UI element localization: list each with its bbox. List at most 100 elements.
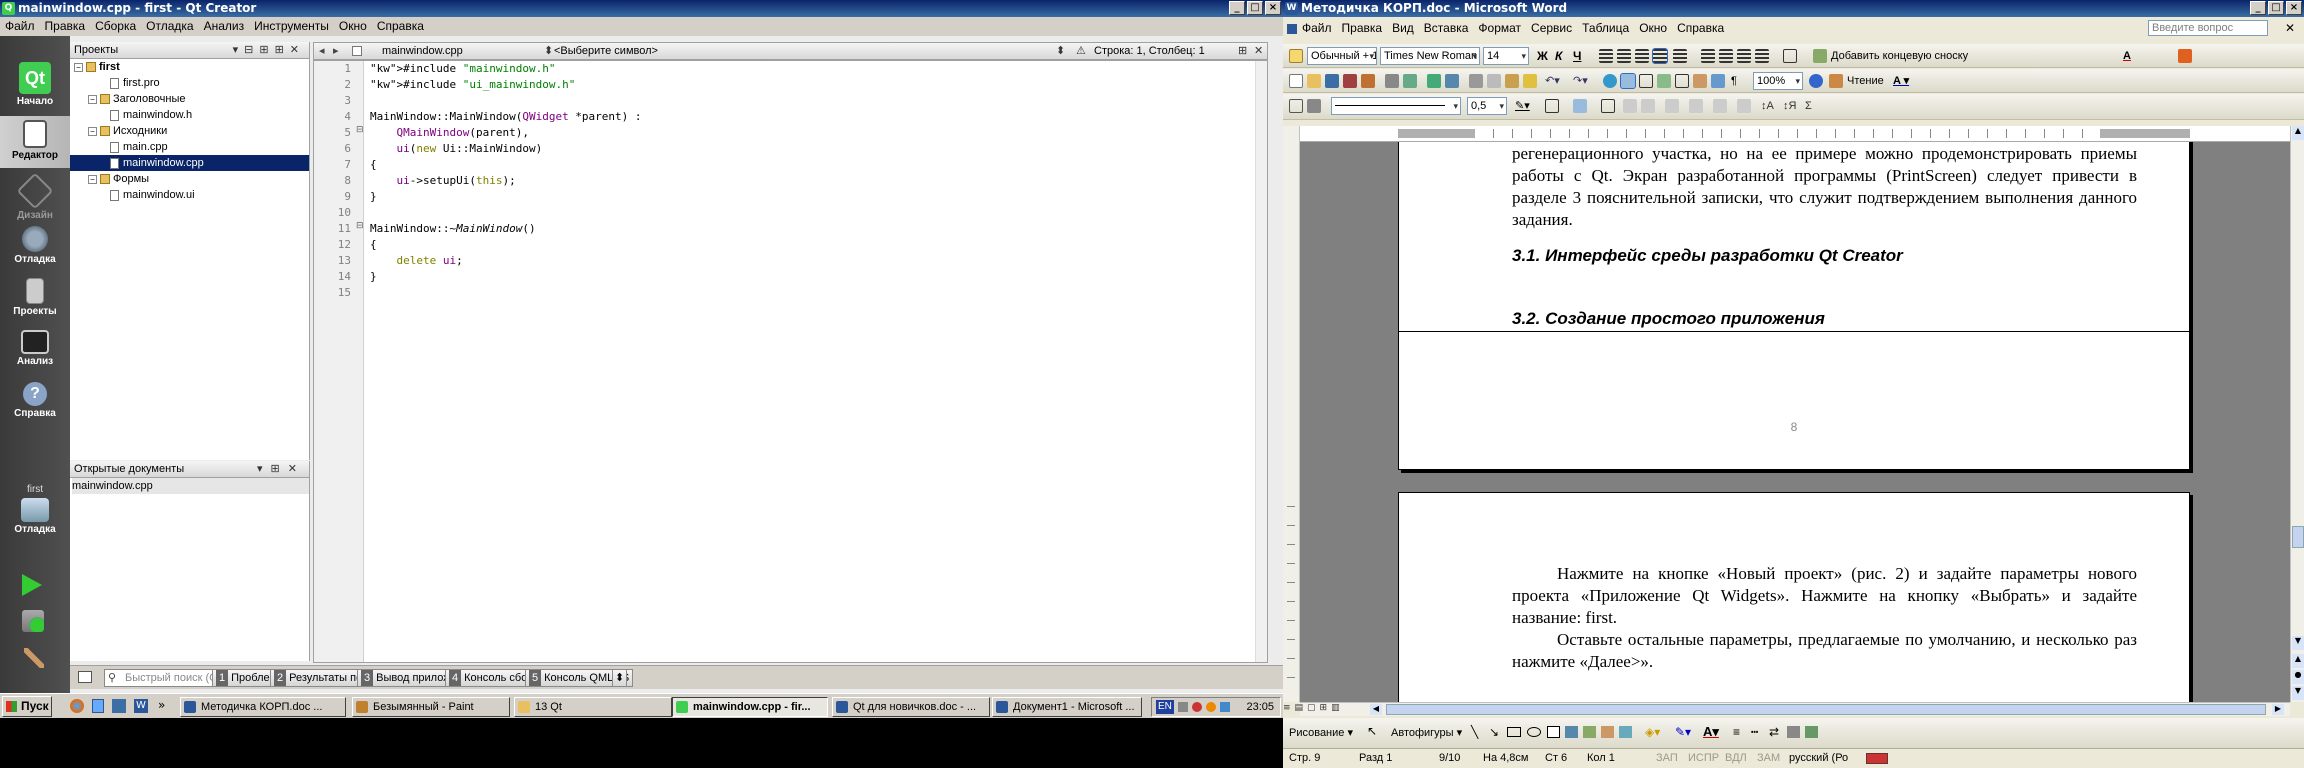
word-icon[interactable]: W [134, 699, 148, 713]
menu-edit[interactable]: Правка [1337, 21, 1388, 35]
close-button[interactable]: × [1265, 1, 1281, 15]
open-icon[interactable] [1307, 74, 1321, 88]
minimize-button[interactable]: _ [2250, 1, 2266, 15]
taskbar-item-document1[interactable]: Документ1 - Microsoft ... [992, 697, 1142, 717]
menu-help[interactable]: Справка [372, 17, 429, 36]
start-button[interactable]: Пуск [2, 696, 52, 717]
spelling-status-icon[interactable] [1866, 753, 1888, 764]
redo-icon[interactable]: ↷▾ [1573, 73, 1588, 89]
fill-color-icon[interactable]: ◈▾ [1645, 725, 1660, 739]
tray-icon[interactable] [1192, 702, 1202, 712]
menu-window[interactable]: Окно [1634, 21, 1672, 35]
permission-icon[interactable] [1343, 74, 1357, 88]
menu-analyze[interactable]: Анализ [199, 17, 250, 36]
status-overtype[interactable]: ЗАМ [1757, 749, 1780, 768]
sort-desc-icon[interactable]: ↕Я [1783, 98, 1796, 114]
drawing-icon[interactable] [1693, 74, 1707, 88]
nav-back-icon[interactable]: ◂ [319, 43, 325, 59]
fold-marker-icon[interactable]: ⊟ [356, 125, 364, 135]
mode-welcome[interactable]: Qt Начало [0, 62, 70, 114]
horizontal-ruler[interactable] [1300, 126, 2290, 142]
debug-run-icon[interactable] [22, 610, 44, 632]
vertical-scrollbar[interactable]: ▲ ▼ ▲ ● ▼ [2290, 126, 2304, 702]
chevron-down-icon[interactable]: ⬍ [544, 43, 553, 59]
menu-tools[interactable]: Сервис [1526, 21, 1577, 35]
show-formatting-icon[interactable]: ¶ [1731, 73, 1737, 89]
tray-icon[interactable] [1206, 702, 1216, 712]
paste-icon[interactable] [1505, 74, 1519, 88]
arrow-icon[interactable]: ↘ [1489, 725, 1499, 739]
bold-button[interactable]: Ж [1537, 48, 1548, 64]
close-editor-icon[interactable]: ✕ [1254, 43, 1263, 59]
menu-build[interactable]: Сборка [90, 17, 141, 36]
mode-design[interactable]: Дизайн [0, 172, 70, 224]
arrow-style-icon[interactable]: ⇄ [1769, 725, 1779, 739]
mode-debug[interactable]: Отладка [0, 226, 70, 276]
scroll-right-icon[interactable]: ▶ [2272, 704, 2284, 715]
hyperlink-icon[interactable] [1603, 74, 1617, 88]
split-icon[interactable] [1641, 99, 1655, 113]
font-color-icon[interactable]: A [2123, 48, 2131, 64]
footnote-icon[interactable] [1813, 49, 1827, 63]
cursor-position[interactable]: Строка: 1, Столбец: 1 [1094, 43, 1205, 59]
menu-help[interactable]: Справка [1672, 21, 1729, 35]
document-combo[interactable]: mainwindow.cpp [382, 43, 463, 59]
numbering-icon[interactable] [1701, 49, 1715, 63]
taskbar-item-qt-creator[interactable]: mainwindow.cpp - fir... [672, 697, 828, 717]
borders-icon[interactable] [1783, 49, 1797, 63]
chevron-down-icon[interactable]: ⬍ [1056, 43, 1065, 59]
menu-file[interactable]: Файл [0, 17, 40, 36]
wordart-icon[interactable] [1565, 726, 1578, 738]
sort-asc-icon[interactable]: ↕A [1761, 98, 1774, 114]
scroll-left-icon[interactable]: ◀ [1370, 704, 1382, 715]
autoshapes-menu[interactable]: Автофигуры ▾ [1391, 726, 1462, 739]
mode-edit[interactable]: Редактор [0, 116, 70, 168]
expand-quicklaunch-icon[interactable]: » [158, 698, 165, 712]
collapse-icon[interactable]: − [88, 126, 97, 136]
menu-insert[interactable]: Вставка [1419, 21, 1474, 35]
distribute-icon[interactable] [1689, 99, 1703, 113]
document-map-icon[interactable] [1711, 74, 1725, 88]
bullets-icon[interactable] [1719, 49, 1733, 63]
open-document-item[interactable]: mainwindow.cpp [72, 478, 309, 494]
email-icon[interactable] [1361, 74, 1375, 88]
clock[interactable]: 23:05 [1246, 701, 1274, 713]
prev-page-icon[interactable]: ▲ [2292, 654, 2304, 668]
font-color-icon[interactable]: A ▾ [1893, 73, 1909, 89]
border-icon[interactable] [1545, 99, 1559, 113]
spelling-icon[interactable] [1427, 74, 1441, 88]
tree-item-file[interactable]: mainwindow.h [70, 107, 309, 123]
picture-icon[interactable] [1619, 726, 1632, 738]
merge-icon[interactable] [1623, 99, 1637, 113]
menu-file[interactable]: Файл [1297, 21, 1337, 35]
3d-icon[interactable] [1805, 726, 1818, 738]
pencil-icon[interactable] [1307, 99, 1321, 113]
tables-borders-icon[interactable] [1620, 73, 1636, 89]
tray-icon[interactable] [1220, 702, 1230, 712]
line-icon[interactable]: ╲ [1471, 725, 1478, 739]
line-style-icon[interactable]: ≡ [1733, 725, 1740, 739]
drawing-menu[interactable]: Рисование ▾ [1289, 726, 1353, 739]
help-icon[interactable] [1809, 74, 1823, 88]
align-cell-icon[interactable] [1665, 99, 1679, 113]
zoom-combo[interactable]: 100% [1753, 72, 1803, 90]
tree-item-file[interactable]: mainwindow.ui [70, 187, 309, 203]
taskbar-item-word-doc[interactable]: Методичка КОРП.doc ... [180, 697, 346, 717]
mode-analyze[interactable]: Анализ [0, 330, 70, 380]
dash-style-icon[interactable]: ┅ [1751, 725, 1758, 739]
research-icon[interactable] [2178, 49, 2192, 63]
menu-debug[interactable]: Отладка [141, 17, 198, 36]
font-size-combo[interactable]: 14 [1483, 47, 1529, 65]
line-style-combo[interactable] [1331, 97, 1461, 115]
collapse-icon[interactable]: − [74, 62, 83, 72]
tree-item-file[interactable]: main.cpp [70, 139, 309, 155]
oval-icon[interactable] [1527, 727, 1541, 737]
print-icon[interactable] [1385, 74, 1399, 88]
panel-tools-icon[interactable]: ▾⊟⊞⊞✕ [233, 42, 305, 58]
next-page-icon[interactable]: ▼ [2292, 686, 2304, 700]
sidebar-toggle-icon[interactable] [78, 671, 92, 683]
edit-icon[interactable] [1289, 99, 1303, 113]
tree-item-folder[interactable]: − Исходники [70, 123, 309, 139]
table-icon[interactable] [1601, 99, 1615, 113]
reading-icon[interactable] [1829, 74, 1843, 88]
